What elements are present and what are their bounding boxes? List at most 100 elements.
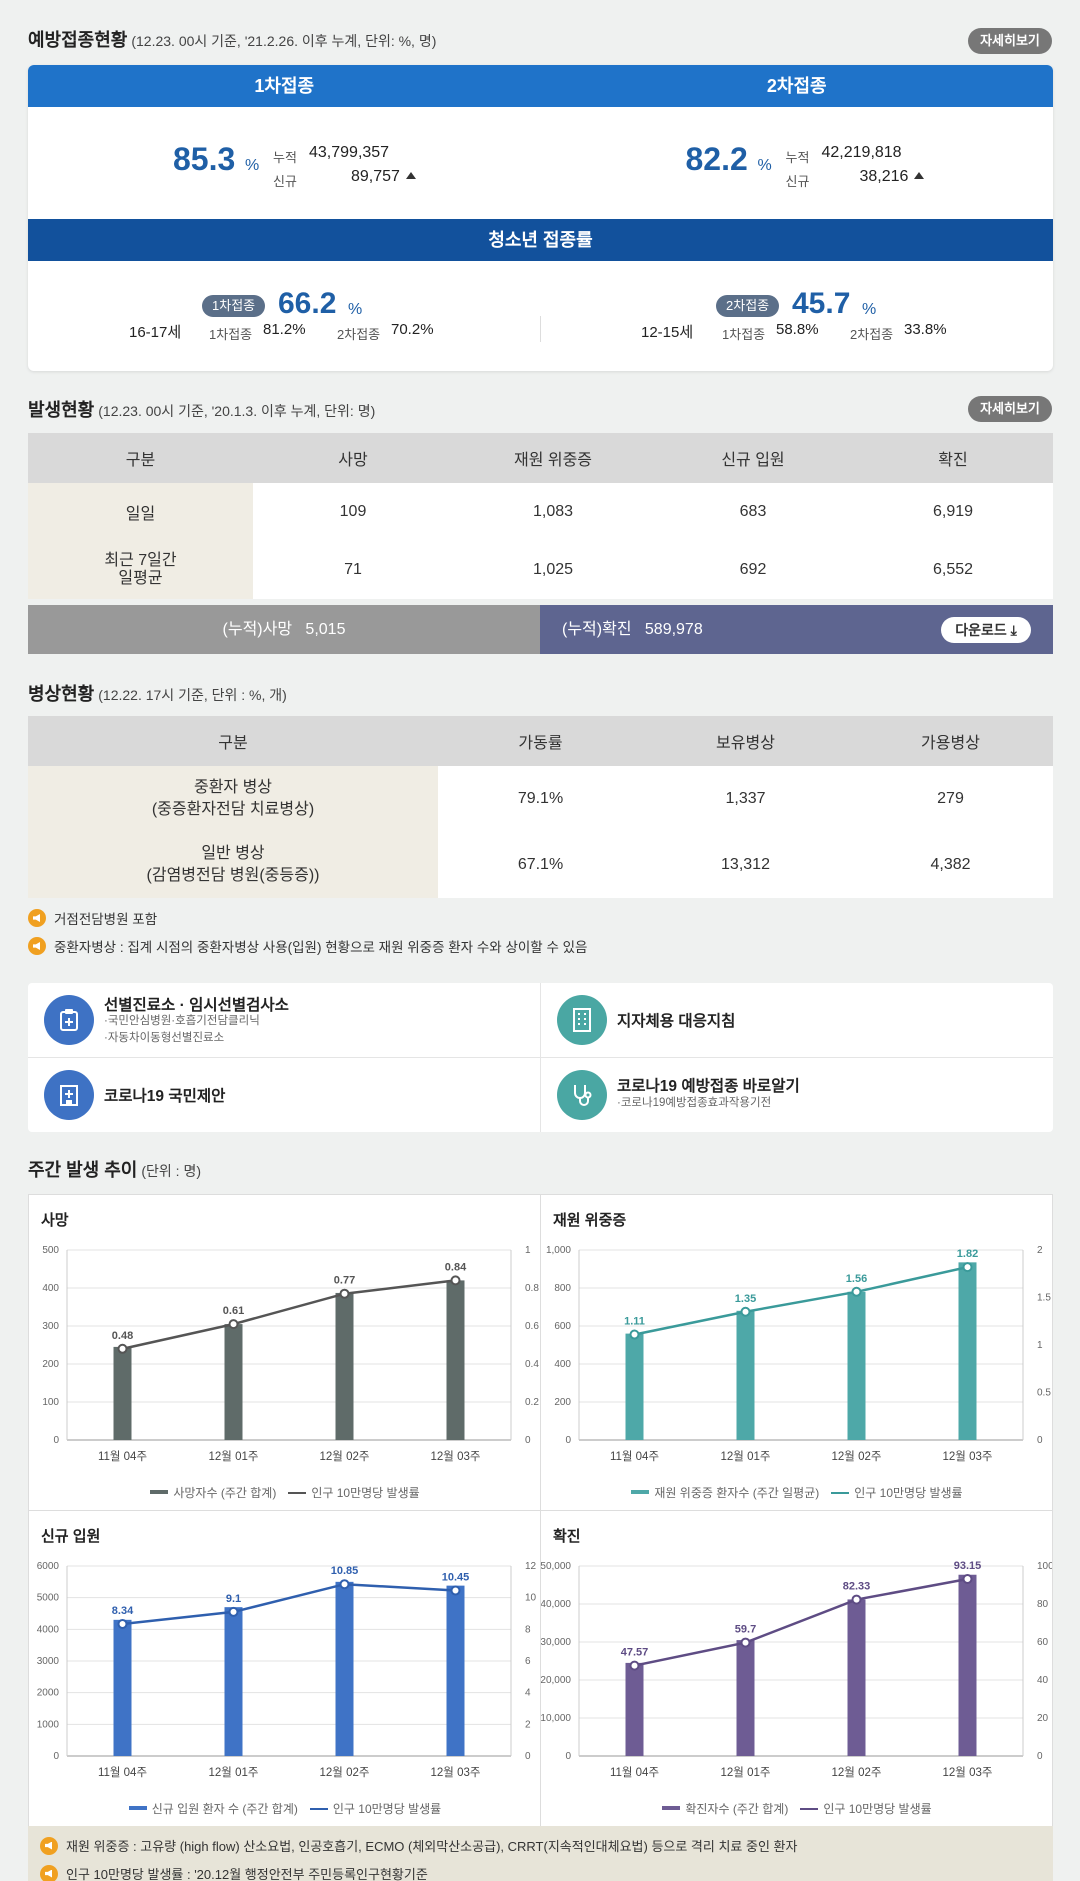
table-cell: 683 [739, 503, 767, 520]
link-title: 선별진료소 · 임시선별검사소 [104, 997, 289, 1014]
y2-tick-label: 20 [1037, 1713, 1049, 1724]
table-cell: 13,312 [721, 856, 770, 873]
rate-point [450, 1275, 461, 1286]
download-button[interactable]: 다운로드 ⤓ [941, 617, 1031, 643]
beds-note: 거점전담병원 포함 [28, 908, 157, 928]
chart-legend: 확진자수 (주간 합계) 인구 10만명당 발생률 [541, 1800, 1053, 1817]
increase-icon [914, 172, 925, 179]
weekly-title: 주간 발생 추이 (단위 : 명) [28, 1156, 201, 1182]
cum-death-label: (누적)사망 [222, 621, 293, 638]
y-tick-label: 5000 [37, 1593, 60, 1604]
data-label: 1.56 [846, 1273, 867, 1285]
bar [625, 1662, 644, 1756]
dose2-new-value: 38,216 [859, 168, 909, 185]
legend-item: 사망자수 (주간 합계) [150, 1484, 276, 1501]
rate-line [634, 1577, 968, 1667]
teen-row: 1차접종 66.2 % 16-17세 1차접종 81.2% 2차접종 70.2%… [28, 261, 1053, 371]
y2-tick-label: 1 [1037, 1340, 1043, 1351]
x-tick-label: 11월 04주 [98, 1450, 147, 1463]
dose1-pct: % [245, 157, 260, 174]
link-sub: ·자동차이동형선별진료소 [104, 1032, 225, 1044]
y2-tick-label: 0 [1037, 1751, 1043, 1762]
footnote: 인구 10만명당 발생률 : '20.12월 행정안전부 주민등록인구현황기준 [40, 1864, 428, 1881]
legend-swatch [800, 1808, 819, 1810]
rate-line [122, 1582, 456, 1626]
x-tick-label: 11월 04주 [98, 1766, 147, 1779]
legend-swatch [150, 1490, 169, 1494]
teen2-l2: 2차접종 [850, 327, 894, 342]
link-title: 지자체용 대응지침 [617, 1013, 736, 1030]
bar [446, 1280, 465, 1440]
link-national-proposal[interactable]: 코로나19 국민제안 [28, 1058, 540, 1132]
cum-confirm-value: 589,978 [644, 621, 703, 638]
data-label: 8.34 [112, 1605, 134, 1617]
link-sub: ·코로나19예방접종효과작용기전 [617, 1097, 772, 1109]
x-tick-label: 12월 03주 [431, 1766, 481, 1779]
table-cell: 79.1% [517, 790, 564, 807]
table-header-row: 구분 사망 재원 위중증 신규 입원 확진 [28, 433, 1053, 483]
table-cell: 6,552 [932, 561, 974, 578]
teen2-badge: 2차접종 [716, 295, 780, 317]
link-screening-clinic[interactable]: 선별진료소 · 임시선별검사소 ·국민안심병원·호흡기전담클리닉 ·자동차이동형… [28, 983, 540, 1057]
occurrence-detail-button[interactable]: 자세히보기 [968, 396, 1052, 422]
rate-point [851, 1286, 862, 1297]
legend-item: 인구 10만명당 발생률 [288, 1484, 420, 1501]
y2-tick-label: 1 [525, 1245, 531, 1256]
bar [847, 1599, 866, 1756]
bar [113, 1346, 132, 1440]
col-header: 재원 위중증 [453, 433, 653, 483]
y-tick-label: 1,000 [546, 1245, 571, 1256]
y-tick-label: 0 [53, 1751, 59, 1762]
bar [736, 1310, 755, 1440]
row-label-line1: 일반 병상 [201, 845, 265, 862]
dose1-new-value: 89,757 [351, 168, 400, 185]
legend-item: 인구 10만명당 발생률 [309, 1800, 441, 1817]
col-header: 구분 [28, 433, 253, 483]
y-tick-label: 30,000 [541, 1637, 571, 1648]
legend-item: 재원 위중증 환자수 (주간 일평균) [631, 1484, 819, 1501]
x-tick-label: 12월 02주 [832, 1766, 882, 1779]
occurrence-table: 구분 사망 재원 위중증 신규 입원 확진 일일 109 1,083 683 6… [28, 433, 1053, 599]
bar [736, 1640, 755, 1756]
vaccination-detail-button[interactable]: 자세히보기 [968, 28, 1052, 54]
data-label: 0.84 [445, 1261, 467, 1273]
y-tick-label: 500 [42, 1245, 59, 1256]
teen1-v2: 70.2% [391, 321, 434, 338]
link-local-guideline[interactable]: 지자체용 대응지침 [541, 983, 1053, 1057]
table-cell: 6,919 [932, 503, 974, 520]
rate-line [122, 1279, 456, 1351]
link-sub: ·국민안심병원·호흡기전담클리닉 [104, 1015, 260, 1027]
cum-death-value: 5,015 [305, 621, 346, 638]
beds-title-text: 병상현황 [28, 684, 95, 704]
dose2-pct: % [757, 157, 772, 174]
occurrence-title-text: 발생현황 [28, 400, 95, 420]
col-header: 가동률 [438, 716, 643, 766]
beds-title: 병상현황 (12.22. 17시 기준, 단위 : %, 개) [28, 680, 287, 706]
cum-death: (누적)사망 5,015 [28, 605, 540, 654]
dose2-cum: 42,219,818 [821, 144, 902, 161]
y-tick-label: 0 [565, 1751, 571, 1762]
rate-point [962, 1262, 973, 1273]
weekly-footnotes: 재원 위중증 : 고유량 (high flow) 산소요법, 인공호흡기, EC… [28, 1826, 1053, 1881]
data-label: 9.1 [226, 1593, 241, 1605]
y2-tick-label: 60 [1037, 1637, 1049, 1648]
teen2-l1: 1차접종 [722, 327, 766, 342]
row-label: 일반 병상 (감염병전담 병원(중등증)) [28, 832, 438, 898]
row-label-line1: 중환자 병상 [193, 779, 273, 796]
bar [224, 1324, 243, 1440]
chart-legend: 신규 입원 환자 수 (주간 합계) 인구 10만명당 발생률 [29, 1800, 541, 1817]
dose1-cell: 85.3 % 누적 43,799,357 신규 89,757 [28, 107, 541, 219]
teen1-l1: 1차접종 [209, 327, 253, 342]
dose2-new: 38,216 [860, 168, 925, 186]
col-header: 사망 [253, 433, 453, 483]
rate-point [117, 1343, 128, 1354]
cumulative-bar: (누적)사망 5,015 (누적)확진 589,978 다운로드 ⤓ [28, 605, 1053, 654]
teen2-v1: 58.8% [776, 321, 819, 338]
link-vaccine-info[interactable]: 코로나19 예방접종 바로알기 ·코로나19예방접종효과작용기전 [541, 1058, 1053, 1132]
rate-point [228, 1319, 239, 1330]
cum-confirm-label: (누적)확진 [562, 621, 632, 638]
y2-tick-label: 100 [1037, 1561, 1052, 1572]
y-tick-label: 300 [42, 1321, 59, 1332]
row-label: 최근 7일간 일평균 [28, 541, 253, 599]
chart-svg: 0 1000 2000 3000 4000 5000 6000 0 2 4 6 8 10 12 11월 04… [37, 1561, 537, 1779]
